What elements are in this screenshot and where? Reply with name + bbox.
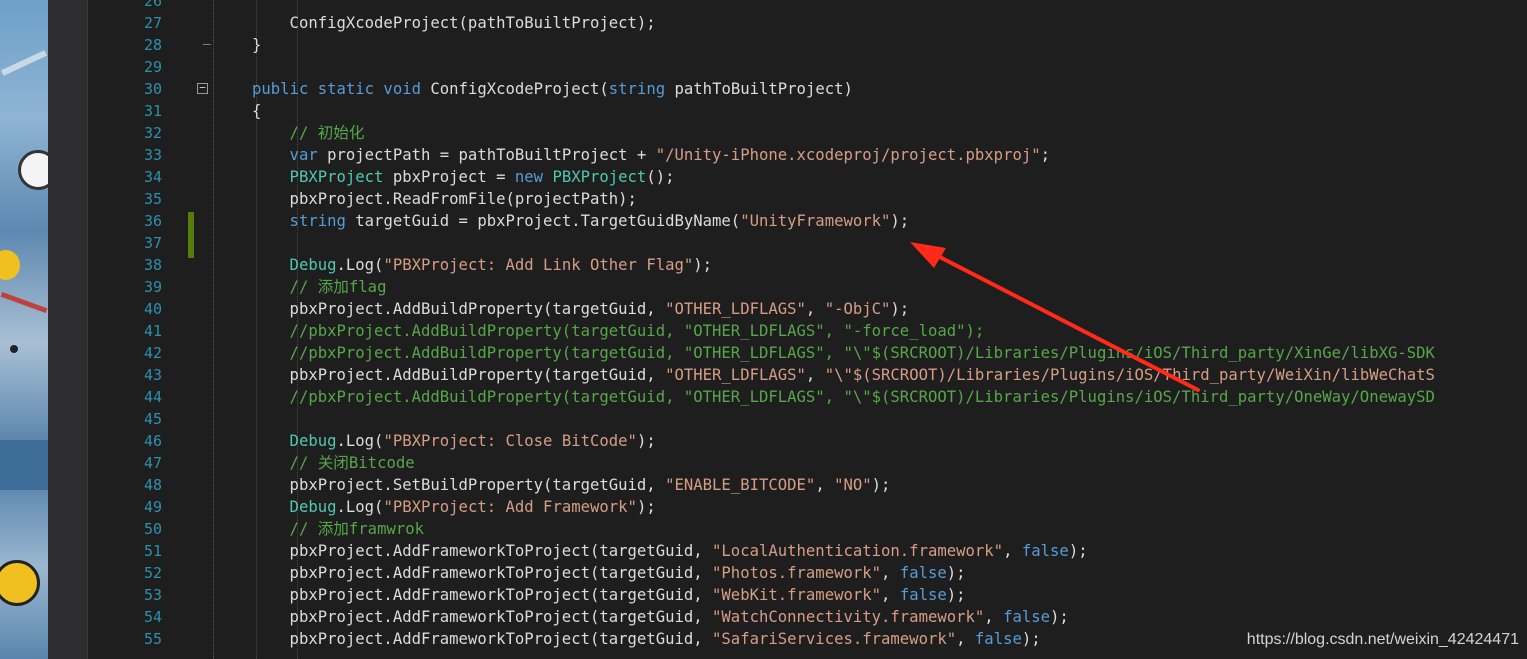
watermark-text: https://blog.csdn.net/weixin_42424471 [1246,631,1519,648]
red-annotation-arrow-icon [910,242,1200,392]
